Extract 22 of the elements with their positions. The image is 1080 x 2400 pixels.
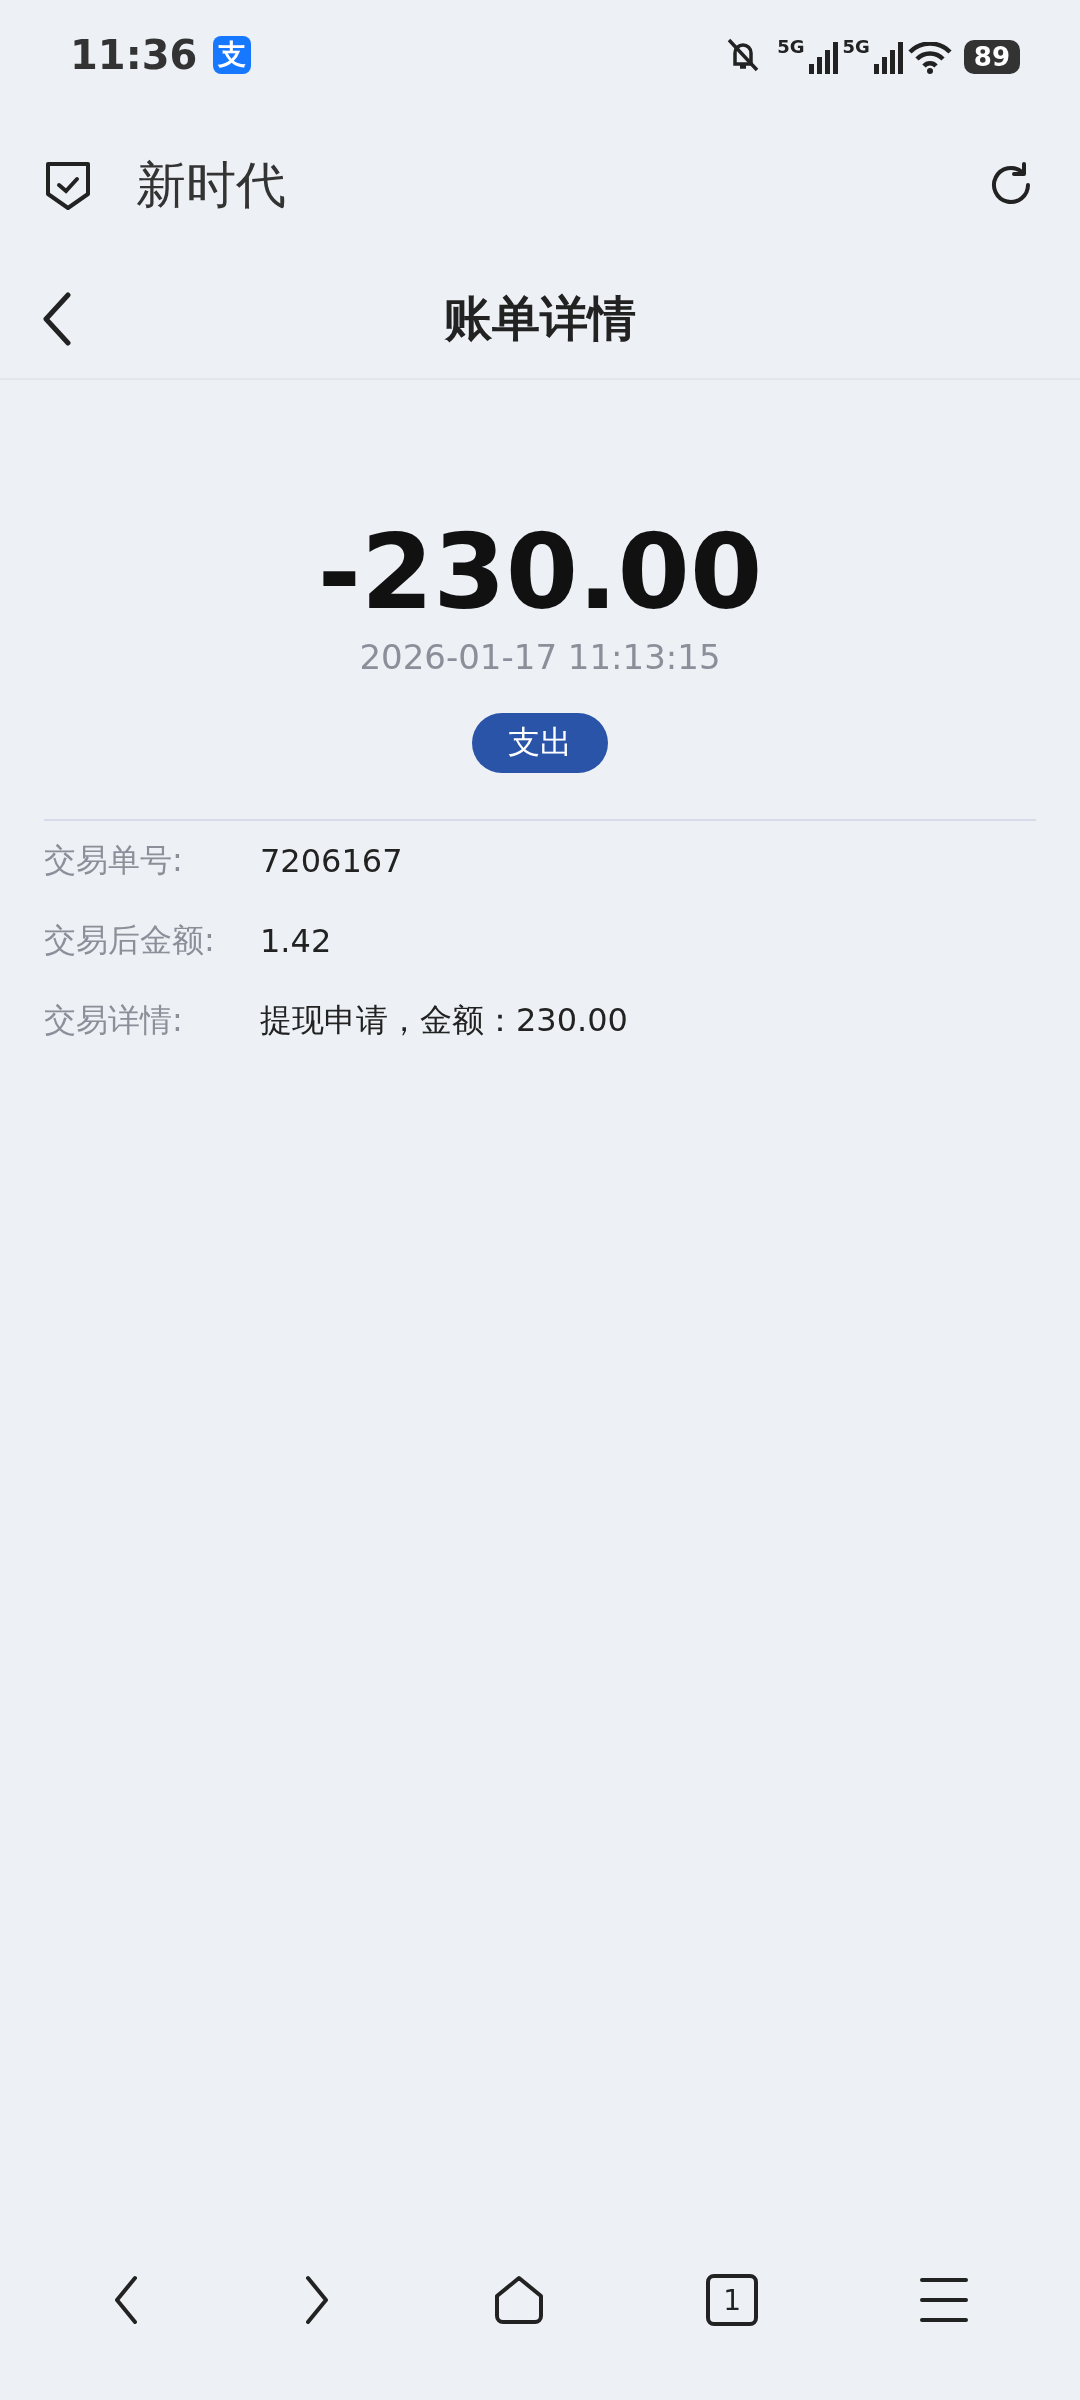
site-title: 新时代 [136,154,286,216]
detail-label: 交易详情: [44,1000,184,1042]
signal-icon [873,42,904,74]
signal-icon [808,42,839,74]
network-label: 5G [842,36,870,57]
amount: -230.00 [317,515,763,630]
home-icon[interactable] [492,2274,545,2326]
battery-level: 89 [963,40,1020,74]
type-tag: 支出 [472,713,608,774]
detail-value: 1.42 [260,922,332,961]
app-badge-icon: 支 [213,36,252,74]
back-icon[interactable] [42,292,72,346]
detail-value: 提现申请，金额：230.00 [260,1000,628,1042]
network-label: 5G [777,36,805,57]
transaction-time: 2026-01-17 11:13:15 [359,637,721,678]
detail-value: 7206167 [260,842,403,881]
detail-label: 交易后金额: [44,920,216,962]
wifi-icon [907,42,952,74]
status-time: 11:36 [70,32,198,78]
page-title: 账单详情 [444,289,636,348]
tabs-button[interactable]: 1 [706,2274,759,2326]
detail-label: 交易单号: [44,840,184,882]
